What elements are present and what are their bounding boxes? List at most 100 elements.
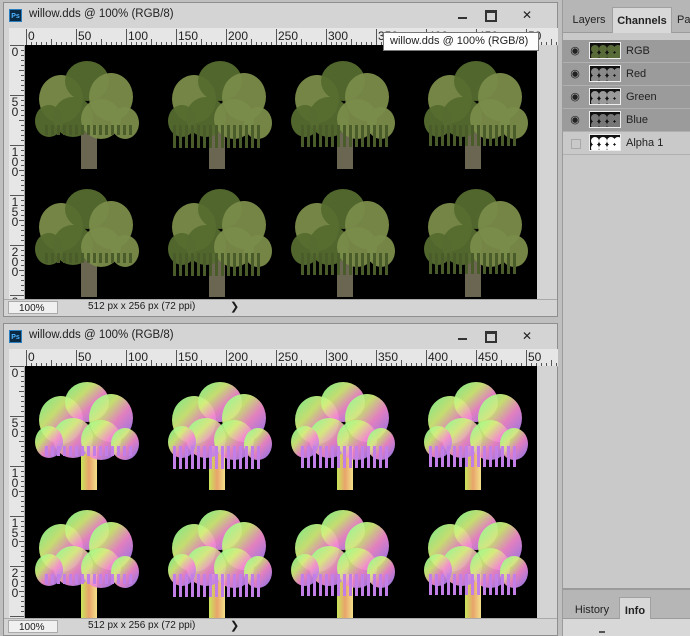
ruler-tick — [126, 350, 127, 366]
tree-sprite — [168, 61, 272, 169]
channel-row-blue[interactable]: ◉ Blue — [563, 109, 690, 132]
document-title-bar[interactable]: Ps willow.dds @ 100% (RGB/8) ✕ — [4, 3, 557, 27]
document-title: willow.dds @ 100% (RGB/8) — [29, 8, 174, 20]
ruler-tick — [21, 536, 24, 537]
bottom-panel-tab-row: History Info — [563, 590, 690, 623]
minimize-button[interactable] — [449, 327, 475, 345]
ruler-tick — [21, 105, 24, 106]
ruler-tick — [21, 165, 24, 166]
status-menu-arrow-icon[interactable]: ❯ — [230, 619, 239, 632]
ruler-label: 400 — [428, 350, 449, 364]
zoom-level-field[interactable]: 100% — [8, 301, 58, 314]
ruler-tick — [21, 581, 24, 582]
blue-thumbnail-image — [591, 114, 620, 127]
ruler-tick — [21, 115, 24, 116]
eye-icon[interactable]: ◉ — [569, 91, 581, 103]
tree-sprite — [168, 382, 272, 490]
channel-thumbnail — [589, 42, 621, 59]
ruler-tick — [21, 596, 24, 597]
tree-sprite — [291, 510, 395, 618]
ruler-tick — [276, 29, 277, 45]
ruler-tick — [21, 571, 24, 572]
ruler-tick — [21, 496, 24, 497]
ruler-tick — [21, 80, 24, 81]
ruler-tick — [176, 350, 177, 366]
ruler-tick — [21, 160, 24, 161]
channel-row-red[interactable]: ◉ Red — [563, 63, 690, 86]
ruler-tick — [21, 451, 24, 452]
eye-icon[interactable]: ◉ — [569, 45, 581, 57]
info-readout-dash — [599, 631, 605, 633]
close-button[interactable]: ✕ — [507, 327, 547, 345]
eye-icon[interactable]: ◉ — [569, 68, 581, 80]
document-title-bar[interactable]: Ps willow.dds @ 100% (RGB/8) ✕ — [4, 324, 557, 348]
ruler-corner — [9, 28, 24, 45]
ruler-tick — [21, 376, 24, 377]
ruler-tick — [21, 140, 24, 141]
maximize-button[interactable] — [478, 6, 504, 24]
ruler-label: 100 — [11, 466, 19, 500]
close-button[interactable]: ✕ — [507, 6, 547, 24]
document-window-normal[interactable]: Ps willow.dds @ 100% (RGB/8) ✕ 0 50 100 150… — [3, 323, 558, 636]
ruler-tick — [21, 526, 24, 527]
ruler-tick — [21, 125, 24, 126]
ruler-tick — [21, 486, 24, 487]
panel-tab-row: Layers Channels Pa — [563, 0, 690, 33]
eye-icon[interactable]: ◉ — [569, 114, 581, 126]
ruler-tick — [21, 205, 24, 206]
channel-thumbnail — [589, 134, 621, 151]
ruler-tick — [21, 481, 24, 482]
vertical-ruler[interactable]: 05010015020025 — [9, 45, 25, 301]
ruler-tick — [126, 29, 127, 45]
status-menu-arrow-icon[interactable]: ❯ — [230, 300, 239, 313]
ruler-tick — [21, 275, 24, 276]
canvas[interactable] — [25, 366, 537, 622]
ruler-tick — [19, 70, 24, 71]
tab-channels[interactable]: Channels — [612, 7, 672, 33]
channel-row-rgb[interactable]: ◉ RGB — [563, 40, 690, 63]
alpha-thumbnail-image — [591, 137, 620, 150]
channel-name: Alpha 1 — [626, 137, 664, 149]
ruler-tick — [21, 100, 24, 101]
ruler-tick — [21, 521, 24, 522]
ruler-corner — [9, 349, 24, 366]
channel-row-alpha-1[interactable]: Alpha 1 — [563, 132, 690, 155]
tree-sprite — [291, 189, 395, 297]
ruler-tick — [21, 200, 24, 201]
ruler-tick — [21, 190, 24, 191]
ruler-tick — [21, 426, 24, 427]
ruler-tick — [21, 230, 24, 231]
ruler-tick — [21, 290, 24, 291]
visibility-toggle-empty[interactable] — [571, 139, 581, 149]
ruler-tick — [376, 350, 377, 366]
tooltip: willow.dds @ 100% (RGB/8) — [383, 32, 539, 51]
document-window-diffuse[interactable]: Ps willow.dds @ 100% (RGB/8) ✕ 0 50 100 150… — [3, 2, 558, 317]
tab-paths[interactable]: Pa — [673, 7, 690, 33]
maximize-button[interactable] — [478, 327, 504, 345]
ruler-label: 250 — [278, 350, 299, 364]
status-bar: 100% 512 px x 256 px (72 ppi) ❯ — [4, 618, 557, 635]
ruler-tick — [21, 436, 24, 437]
ruler-tick — [21, 130, 24, 131]
ruler-tick — [21, 576, 24, 577]
canvas[interactable] — [25, 45, 537, 301]
ruler-tick — [19, 391, 24, 392]
tree-sprite — [424, 382, 528, 490]
ruler-tick — [326, 29, 327, 45]
ruler-tick — [526, 350, 527, 366]
maximize-icon — [485, 9, 497, 22]
texture-image-normal-map — [35, 382, 528, 618]
ruler-tick — [21, 401, 24, 402]
horizontal-ruler[interactable]: 0 50 100 150 200 250 300 350 400 450 50 — [24, 349, 558, 367]
zoom-level-field[interactable]: 100% — [8, 620, 58, 633]
channel-row-green[interactable]: ◉ Green — [563, 86, 690, 109]
ruler-tick — [21, 135, 24, 136]
ruler-tick — [21, 180, 24, 181]
vertical-scrollbar[interactable] — [537, 366, 557, 622]
tab-layers[interactable]: Layers — [567, 7, 611, 33]
ruler-tick — [476, 350, 477, 366]
ruler-tick — [21, 381, 24, 382]
vertical-scrollbar[interactable] — [537, 45, 557, 301]
vertical-ruler[interactable]: 05010015020025 — [9, 366, 25, 622]
minimize-button[interactable] — [449, 6, 475, 24]
